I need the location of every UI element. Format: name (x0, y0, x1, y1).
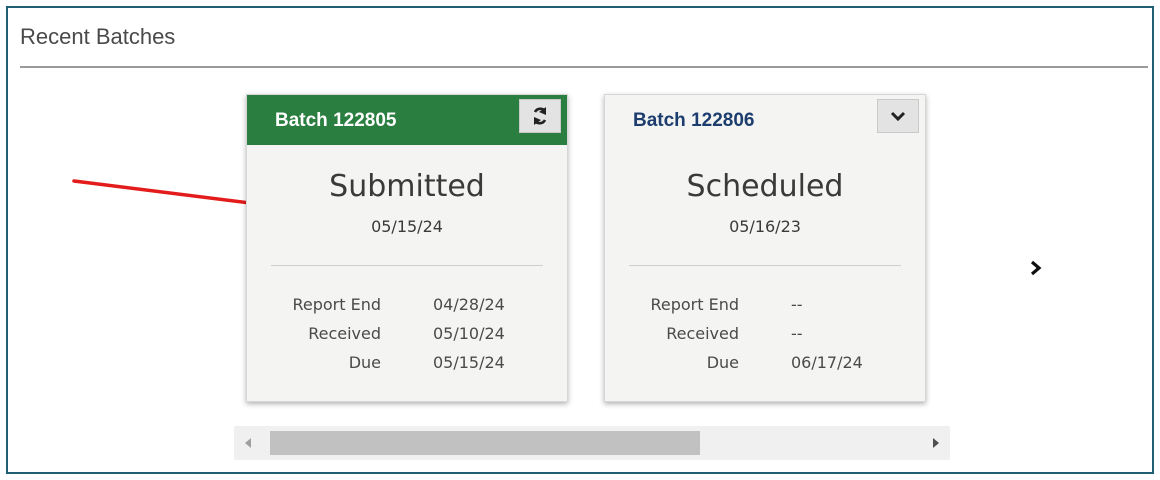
scrollbar-thumb[interactable] (270, 431, 700, 455)
refresh-button[interactable] (519, 99, 561, 133)
detail-value: -- (791, 324, 803, 343)
refresh-icon (533, 107, 547, 125)
detail-label: Report End (292, 295, 381, 314)
detail-label: Report End (650, 295, 739, 314)
expand-button[interactable] (877, 99, 919, 133)
batch-status-date: 05/15/24 (371, 217, 443, 236)
detail-label: Due (706, 353, 739, 372)
batch-status: Scheduled (686, 169, 844, 204)
batch-title[interactable]: Batch 122805 (275, 110, 396, 132)
batch-card-scheduled[interactable]: Batch 122806 Scheduled 05/16/23 Report E… (604, 94, 926, 402)
scroll-right-arrow-icon[interactable] (930, 437, 942, 449)
detail-label: Received (666, 324, 739, 343)
detail-row-due: Due 05/15/24 (247, 353, 567, 381)
detail-label: Received (308, 324, 381, 343)
batch-status-date: 05/16/23 (729, 217, 801, 236)
detail-value: 06/17/24 (791, 353, 863, 372)
batch-card-header: Batch 122805 (247, 95, 567, 145)
recent-batches-panel: Recent Batches (6, 6, 1154, 474)
card-divider (271, 265, 543, 266)
detail-value: 05/10/24 (433, 324, 505, 343)
detail-label: Due (348, 353, 381, 372)
detail-row-report-end: Report End 04/28/24 (247, 295, 567, 323)
detail-row-received: Received 05/10/24 (247, 324, 567, 352)
detail-row-due: Due 06/17/24 (605, 353, 925, 381)
scroll-left-arrow-icon[interactable] (242, 437, 254, 449)
next-batches-button[interactable] (1024, 256, 1048, 280)
detail-value: 04/28/24 (433, 295, 505, 314)
panel-title: Recent Batches (20, 24, 176, 49)
detail-row-report-end: Report End -- (605, 295, 925, 323)
batch-title[interactable]: Batch 122806 (633, 110, 754, 132)
horizontal-scrollbar[interactable] (234, 426, 950, 460)
title-divider (20, 66, 1148, 68)
chevron-right-icon (1030, 260, 1042, 276)
detail-value: 05/15/24 (433, 353, 505, 372)
detail-value: -- (791, 295, 803, 314)
card-divider (629, 265, 901, 266)
chevron-down-icon (890, 111, 906, 122)
batch-card-header: Batch 122806 (605, 95, 925, 145)
batch-card-submitted[interactable]: Batch 122805 Submitted 05/15/24 Report E… (246, 94, 568, 402)
batch-status: Submitted (329, 169, 485, 204)
detail-row-received: Received -- (605, 324, 925, 352)
